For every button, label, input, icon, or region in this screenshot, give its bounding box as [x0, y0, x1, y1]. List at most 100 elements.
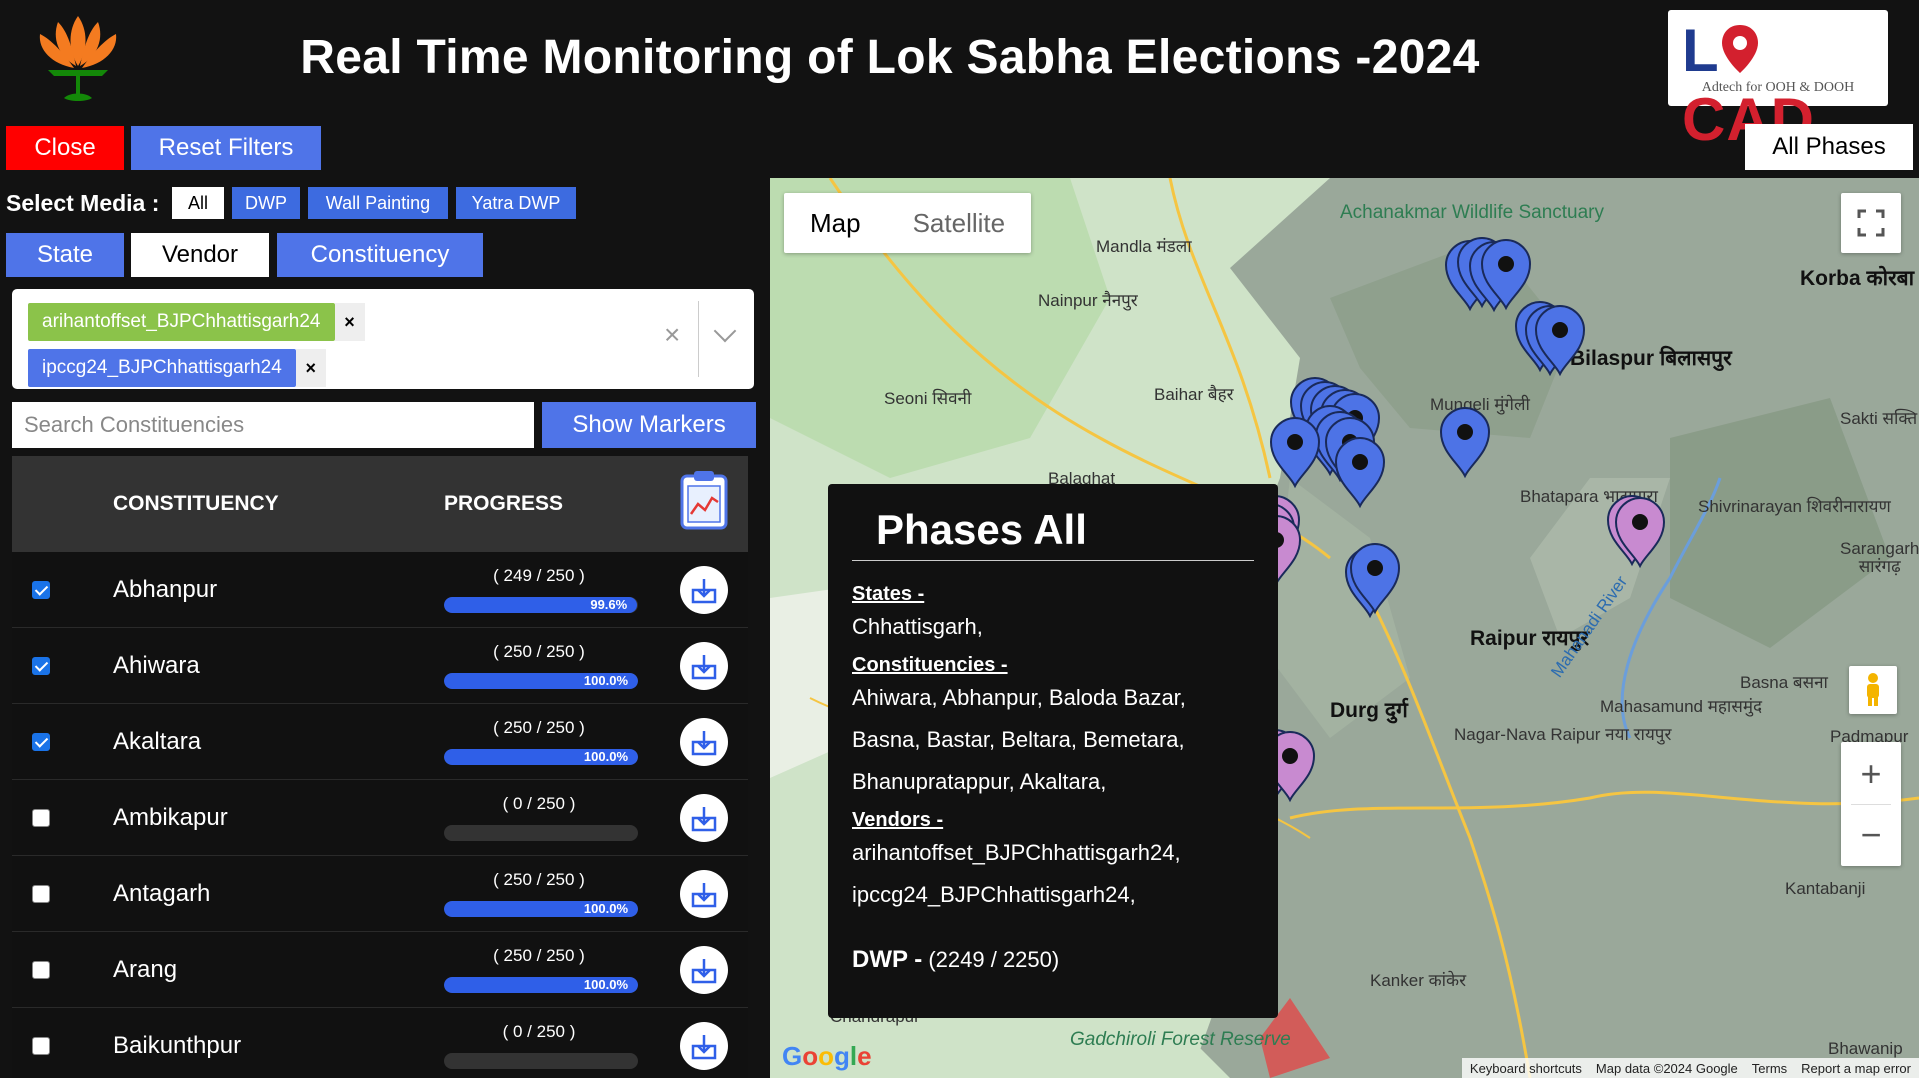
report-map-error-link[interactable]: Report a map error	[1801, 1061, 1911, 1076]
progress-percent: 100.0%	[583, 673, 628, 688]
chevron-down-icon[interactable]	[713, 319, 737, 343]
progress-count: ( 0 / 250 )	[502, 1022, 576, 1041]
media-wall-painting-button[interactable]: Wall Painting	[308, 187, 448, 219]
map-marker[interactable]	[1269, 416, 1321, 489]
zoom-out-button[interactable]: −	[1860, 805, 1881, 865]
vendor-chip-label: arihantoffset_BJPChhattisgarh24	[28, 303, 335, 341]
row-checkbox[interactable]	[32, 809, 50, 827]
row-checkbox[interactable]	[32, 581, 50, 599]
vendor-chip: ipccg24_BJPChhattisgarh24 ×	[28, 349, 326, 387]
street-view-pegman-icon[interactable]	[1849, 666, 1897, 714]
vendors-label: Vendors -	[852, 809, 944, 831]
show-markers-button[interactable]: Show Markers	[542, 402, 756, 448]
vendor-chip: arihantoffset_BJPChhattisgarh24 ×	[28, 303, 365, 341]
table-row: Antagarh ( 250 / 250 ) 100.0%	[12, 856, 748, 932]
progress-fill: 100.0%	[444, 749, 638, 765]
progress-count: ( 250 / 250 )	[493, 642, 585, 661]
progress-count: ( 250 / 250 )	[493, 870, 585, 889]
tab-state[interactable]: State	[6, 233, 124, 277]
row-checkbox[interactable]	[32, 885, 50, 903]
google-logo: Google	[782, 1041, 872, 1071]
progress-percent: 100.0%	[583, 977, 628, 992]
vendor-chip-label: ipccg24_BJPChhattisgarh24	[28, 349, 296, 387]
download-icon[interactable]	[680, 1022, 728, 1070]
multiselect-divider	[698, 301, 699, 377]
table-row: Baikunthpur ( 0 / 250 )	[12, 1008, 748, 1078]
map-marker[interactable]	[1439, 406, 1491, 479]
reset-filters-button[interactable]: Reset Filters	[131, 126, 321, 170]
media-all-button[interactable]: All	[172, 187, 224, 219]
map-attribution: Keyboard shortcuts Map data ©2024 Google…	[1461, 1058, 1919, 1078]
page-title: Real Time Monitoring of Lok Sabha Electi…	[300, 31, 1480, 84]
dwp-value: (2249 / 2250)	[928, 947, 1060, 972]
download-icon[interactable]	[680, 718, 728, 766]
map-view[interactable]: Achanakmar Wildlife Sanctuary Korba कोरब…	[770, 178, 1919, 1078]
progress-percent: 100.0%	[583, 749, 628, 764]
vendor-multiselect[interactable]: arihantoffset_BJPChhattisgarh24 × ipccg2…	[12, 289, 754, 389]
fullscreen-icon[interactable]	[1841, 193, 1901, 253]
map-type-map-button[interactable]: Map	[784, 193, 887, 253]
download-icon[interactable]	[680, 794, 728, 842]
select-media-label: Select Media :	[6, 190, 160, 216]
dwp-label: DWP -	[852, 946, 923, 973]
progress-bar: 100.0%	[444, 977, 638, 993]
media-yatra-dwp-button[interactable]: Yatra DWP	[456, 187, 576, 219]
row-checkbox[interactable]	[32, 733, 50, 751]
clear-all-icon[interactable]: ×	[664, 319, 680, 351]
progress-fill: 100.0%	[444, 901, 638, 917]
progress-bar: 100.0%	[444, 673, 638, 689]
dwp-summary: DWP - (2249 / 2250)	[852, 946, 1254, 974]
row-checkbox[interactable]	[32, 1037, 50, 1055]
map-type-control: Map Satellite	[784, 193, 1032, 253]
constituency-name: Antagarh	[113, 880, 211, 907]
map-data-text: Map data ©2024 Google	[1595, 1060, 1738, 1076]
download-icon[interactable]	[680, 870, 728, 918]
media-dwp-button[interactable]: DWP	[232, 187, 300, 219]
map-type-satellite-button[interactable]: Satellite	[887, 193, 1032, 253]
constituency-name: Ahiwara	[113, 652, 200, 679]
table-row: Akaltara ( 250 / 250 ) 100.0%	[12, 704, 748, 780]
progress-count: ( 250 / 250 )	[493, 946, 585, 965]
tab-vendor[interactable]: Vendor	[131, 233, 269, 277]
search-constituencies-input[interactable]	[12, 402, 534, 448]
constituency-name: Ambikapur	[113, 804, 228, 831]
constituency-name: Akaltara	[113, 728, 202, 755]
zoom-in-button[interactable]: +	[1860, 744, 1881, 804]
progress-bar: 99.6%	[444, 597, 638, 613]
row-checkbox[interactable]	[32, 657, 50, 675]
info-title: Phases All	[852, 506, 1254, 561]
progress-fill: 100.0%	[444, 977, 638, 993]
locad-tagline: Adtech for OOH & DOOH	[1701, 80, 1855, 95]
all-phases-button[interactable]: All Phases	[1745, 124, 1913, 170]
map-marker[interactable]	[1334, 436, 1386, 509]
close-button[interactable]: Close	[6, 126, 124, 170]
table-header: CONSTITUENCY PROGRESS	[12, 456, 748, 552]
progress-bar	[444, 825, 638, 841]
chip-remove-icon[interactable]: ×	[295, 349, 326, 387]
map-marker[interactable]	[1349, 542, 1401, 615]
table-row: Abhanpur ( 249 / 250 ) 99.6%	[12, 552, 748, 628]
download-icon[interactable]	[680, 642, 728, 690]
progress-percent: 100.0%	[583, 901, 628, 916]
keyboard-shortcuts-link[interactable]: Keyboard shortcuts	[1470, 1061, 1582, 1076]
tab-constituency[interactable]: Constituency	[277, 233, 483, 277]
progress-bar	[444, 1053, 638, 1069]
report-clipboard-icon[interactable]	[680, 470, 728, 530]
download-icon[interactable]	[680, 566, 728, 614]
map-marker[interactable]	[1614, 496, 1666, 569]
terms-link[interactable]: Terms	[1752, 1061, 1787, 1076]
row-checkbox[interactable]	[32, 961, 50, 979]
vendor-entry: arihantoffset_BJPChhattisgarh24,	[852, 840, 1181, 865]
download-icon[interactable]	[680, 946, 728, 994]
table-row: Ambikapur ( 0 / 250 )	[12, 780, 748, 856]
constituencies-label: Constituencies -	[852, 654, 1008, 676]
progress-percent: 99.6%	[590, 597, 628, 612]
states-value: Chhattisgarh,	[852, 614, 983, 639]
progress-fill: 99.6%	[444, 597, 638, 613]
states-label: States -	[852, 583, 925, 605]
constituencies-value: Ahiwara, Abhanpur, Baloda Bazar, Basna, …	[852, 685, 1186, 794]
chip-remove-icon[interactable]: ×	[334, 303, 365, 341]
vendor-entry: ipccg24_BJPChhattisgarh24,	[852, 882, 1136, 907]
progress-bar: 100.0%	[444, 901, 638, 917]
progress-count: ( 250 / 250 )	[493, 718, 585, 737]
